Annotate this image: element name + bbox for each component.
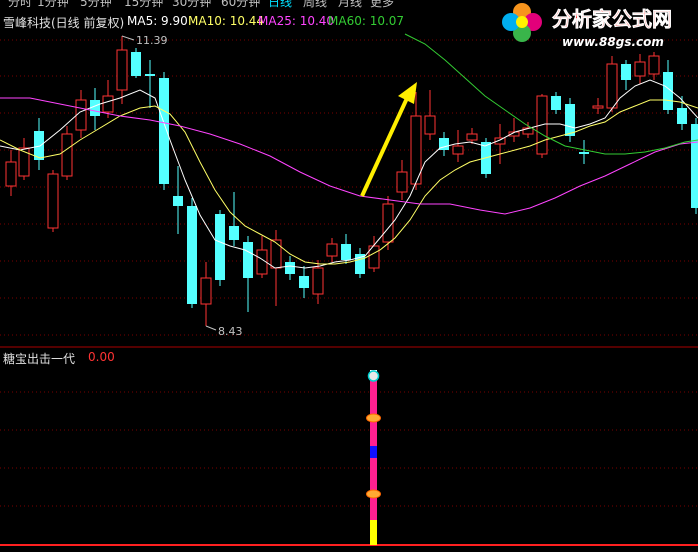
candle-down <box>131 52 141 76</box>
candle-up <box>634 61 646 77</box>
high-marker <box>121 35 135 41</box>
candle-down <box>299 276 309 288</box>
candle-down <box>34 131 44 160</box>
candle-up <box>5 161 17 187</box>
candle-up <box>116 49 128 91</box>
candle-up <box>326 243 338 257</box>
candle-up <box>18 147 30 177</box>
candle-down <box>691 124 698 208</box>
candle-down <box>187 206 197 304</box>
candle-up <box>102 95 114 113</box>
candle-up <box>270 239 282 269</box>
candle-up <box>61 133 73 177</box>
candle-up <box>424 115 436 135</box>
candle-up <box>312 267 324 295</box>
signal-bar-segment <box>370 446 377 458</box>
ingot-icon <box>366 413 381 423</box>
candle-down <box>173 196 183 206</box>
candle-down <box>621 64 631 80</box>
candle-down <box>565 104 575 136</box>
pinwheel-icon <box>502 3 542 42</box>
ingot-icon <box>366 489 381 499</box>
candle-down <box>90 100 100 116</box>
candle-up <box>47 173 59 229</box>
candle-up <box>592 105 604 109</box>
candle-up <box>466 133 478 141</box>
candle-up <box>382 203 394 243</box>
high-price-label: 11.39 <box>136 34 168 47</box>
candle-down <box>579 152 589 154</box>
candle-down <box>229 226 239 240</box>
candle-down <box>551 96 561 110</box>
logo-name: 分析家公式网 <box>552 7 672 31</box>
candle-down <box>243 242 253 278</box>
logo-url: www.88gs.com <box>562 35 664 49</box>
site-logo: 分析家公式网 www.88gs.com <box>502 3 672 49</box>
candle-down <box>215 214 225 280</box>
signal-bar-segment <box>370 458 377 490</box>
signal-bar-segment <box>370 380 377 414</box>
signal-bar-segment <box>370 520 377 545</box>
low-price-label: 8.43 <box>218 325 243 338</box>
signal-top-icon <box>367 370 380 382</box>
ma25-line <box>0 97 698 215</box>
annotation-arrowhead <box>398 82 417 104</box>
candle-up <box>606 63 618 109</box>
candle-up <box>75 99 87 131</box>
ma10-line <box>0 99 698 265</box>
candle-up <box>648 55 660 75</box>
candle-down <box>285 262 295 274</box>
candle-down <box>341 244 351 260</box>
candle-down <box>159 78 169 184</box>
candle-down <box>145 74 155 76</box>
low-marker <box>205 325 217 331</box>
candle-up <box>200 277 212 305</box>
candlestick-chart[interactable]: 11.39 8.43 <box>0 0 698 552</box>
candle-down <box>677 108 687 124</box>
candle-up <box>452 145 464 155</box>
candle-up <box>396 171 408 193</box>
